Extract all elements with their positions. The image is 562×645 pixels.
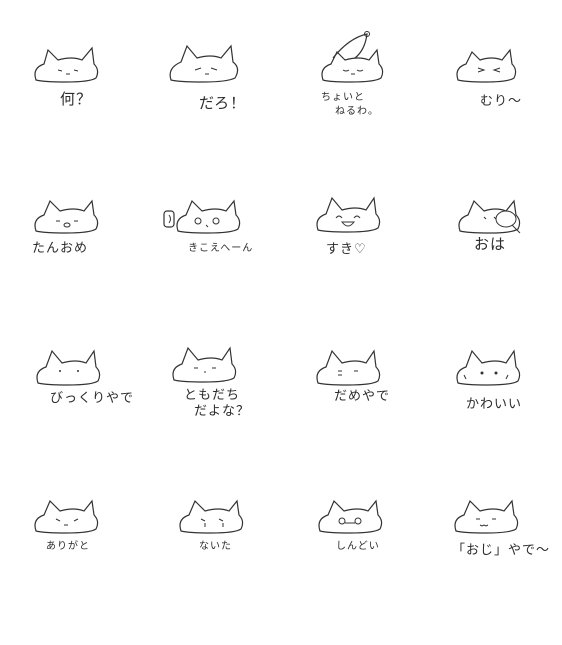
sticker-choitoneruwa[interactable]: ちょいと ねるわ。 [315,30,455,180]
sticker-label-line2: だよな？ [194,404,251,419]
sticker-grid: 何？ だろ！ ちょいと ねるわ。 むり～ たんおめ きこえへーん すき♡ おは … [0,0,562,600]
sticker-label: 「おじ」やで～ [452,543,551,558]
sticker-label: びっくりやで [50,391,135,406]
sticker-label: だろ！ [199,94,247,112]
sticker-shindoi[interactable]: しんどい [314,495,454,645]
sticker-label: きこえへーん [188,243,254,254]
sticker-label: おは [474,235,507,253]
sticker-kawaii[interactable]: かわいい [452,345,562,495]
sticker-label: 何？ [60,90,93,108]
sticker-ojiyade[interactable]: 「おじ」やで～ [450,495,562,645]
sticker-kikoehen[interactable]: きこえへーん [160,195,300,345]
sticker-nani[interactable]: 何？ [30,40,170,190]
sticker-bikkuriyade[interactable]: びっくりやで [32,345,172,495]
cat-face-icon [458,199,521,234]
cat-happy-icon [316,196,381,233]
sticker-arigato[interactable]: ありがと [30,495,170,645]
sticker-daro[interactable]: だろ！ [165,40,305,190]
sticker-label: しんどい [336,541,380,552]
sticker-label: むり～ [480,94,523,109]
sticker-label: すき♡ [326,242,367,257]
cat-face-icon [36,349,101,386]
cat-face-icon [34,199,99,234]
sticker-label: ちょいと [321,92,365,103]
sticker-tanome[interactable]: たんおめ [30,195,170,345]
sticker-suki[interactable]: すき♡ [312,192,452,342]
sticker-tomodachi[interactable]: ともだち だよな？ [168,340,308,490]
sticker-label-line2: ねるわ。 [335,106,379,117]
sticker-muri[interactable]: むり～ [452,40,562,190]
sticker-naita[interactable]: ないた [175,495,315,645]
sticker-label: ないた [199,541,232,552]
cat-face-icon [34,499,99,534]
cat-face-icon [454,499,519,534]
cat-listening-icon [163,199,241,234]
cat-face-icon [34,46,99,83]
sticker-label: たんおめ [32,241,89,256]
cat-face-icon [179,499,244,534]
cat-face-icon [318,499,383,534]
sticker-dameyade[interactable]: だめやで [312,345,452,495]
sticker-oha[interactable]: おは [454,195,562,345]
sticker-label: だめやで [334,389,391,404]
sticker-label: ありがと [46,541,90,552]
sticker-label: かわいい [466,397,523,412]
cat-face-icon [456,349,521,386]
